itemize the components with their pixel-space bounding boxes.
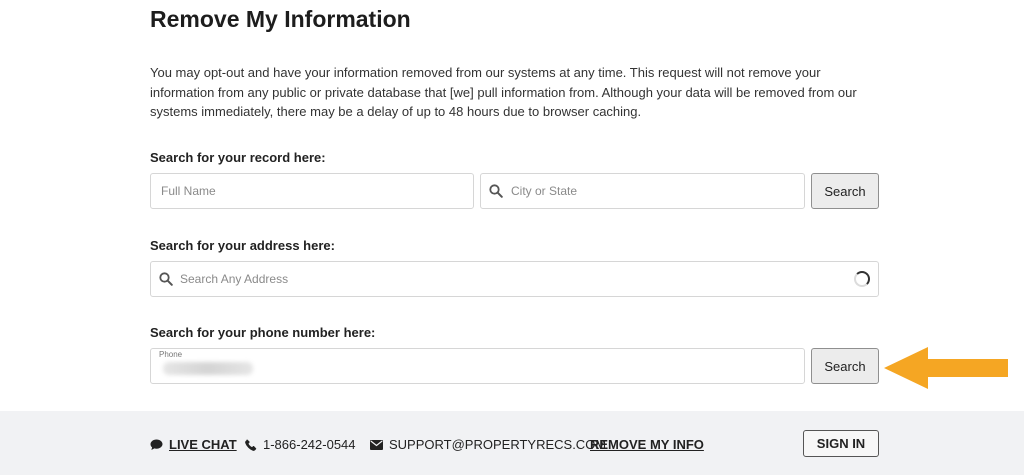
live-chat-link[interactable]: LIVE CHAT <box>150 437 237 452</box>
phone-search-label: Search for your phone number here: <box>150 325 376 340</box>
support-phone-number: 1-866-242-0544 <box>263 437 356 452</box>
full-name-field[interactable] <box>150 173 474 209</box>
support-phone[interactable]: 1-866-242-0544 <box>245 437 356 452</box>
search-icon <box>489 184 503 198</box>
footer: LIVE CHAT 1-866-242-0544 SUPPORT@PROPERT… <box>0 411 1024 475</box>
chat-bubble-icon <box>150 439 163 451</box>
city-state-field[interactable] <box>480 173 805 209</box>
record-search-label: Search for your record here: <box>150 150 326 165</box>
address-field[interactable] <box>150 261 879 297</box>
live-chat-label[interactable]: LIVE CHAT <box>169 437 237 452</box>
support-email-address: SUPPORT@PROPERTYRECS.COM <box>389 437 607 452</box>
phone-icon <box>245 438 257 451</box>
arrow-left-icon <box>884 347 1008 394</box>
search-icon <box>159 272 173 286</box>
sign-in-button[interactable]: SIGN IN <box>803 430 879 457</box>
remove-my-info-label[interactable]: REMOVE MY INFO <box>590 437 704 452</box>
remove-my-info-link[interactable]: REMOVE MY INFO <box>590 437 704 452</box>
phone-value-redacted <box>163 362 253 375</box>
phone-field-label: Phone <box>159 350 183 359</box>
record-search-button[interactable]: Search <box>811 173 879 209</box>
intro-text: You may opt-out and have your informatio… <box>150 65 857 119</box>
phone-field[interactable]: Phone <box>150 348 805 384</box>
loading-spinner-icon <box>854 271 870 287</box>
city-state-input[interactable] <box>511 174 804 208</box>
envelope-icon <box>370 439 383 450</box>
support-email[interactable]: SUPPORT@PROPERTYRECS.COM <box>370 437 606 452</box>
page-title: Remove My Information <box>150 6 411 32</box>
address-input[interactable] <box>180 262 854 296</box>
address-search-label: Search for your address here: <box>150 238 335 253</box>
full-name-input[interactable] <box>161 174 473 208</box>
phone-search-button[interactable]: Search <box>811 348 879 384</box>
